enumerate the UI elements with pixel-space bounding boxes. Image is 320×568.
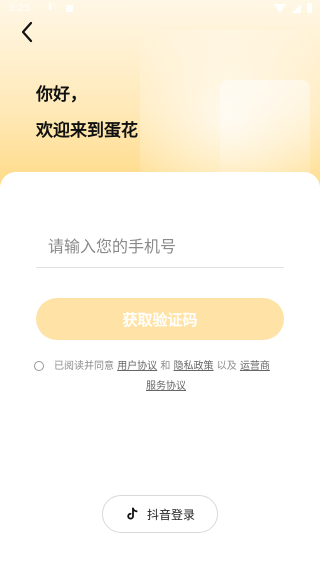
phone-input[interactable] bbox=[36, 226, 284, 268]
douyin-login-label: 抖音登录 bbox=[146, 507, 195, 522]
back-button[interactable] bbox=[14, 20, 42, 44]
status-time: 3:25 bbox=[8, 3, 31, 14]
agreement-and-also: 以及 bbox=[216, 361, 237, 372]
carrier-agreement-link-part1[interactable]: 运营商 bbox=[240, 361, 270, 372]
agreement-prefix: 已阅读并同意 bbox=[54, 361, 114, 372]
agreement-checkbox[interactable] bbox=[34, 361, 44, 371]
battery-icon bbox=[307, 3, 312, 13]
download-icon: ⬇ bbox=[46, 2, 55, 13]
notification-icon bbox=[66, 5, 73, 12]
greeting-line-1: 你好， bbox=[36, 85, 87, 105]
greeting-line-2: 欢迎来到蛋花 bbox=[36, 121, 138, 141]
user-agreement-link[interactable]: 用户协议 bbox=[117, 361, 157, 372]
wifi-icon bbox=[274, 3, 286, 13]
douyin-login-button[interactable]: 抖音登录 bbox=[102, 495, 218, 533]
carrier-agreement-link-part2[interactable]: 服务协议 bbox=[146, 381, 186, 392]
agreement-line-1: 已阅读并同意 用户协议 和 隐私政策 以及 运营商 bbox=[54, 356, 270, 378]
agreement-and: 和 bbox=[160, 361, 171, 372]
get-code-button[interactable]: 获取验证码 bbox=[36, 298, 284, 340]
privacy-policy-link[interactable]: 隐私政策 bbox=[174, 361, 214, 372]
agreement-line-2: 服务协议 bbox=[146, 376, 186, 398]
douyin-icon bbox=[127, 507, 138, 520]
status-bar: 3:25 ⬇ bbox=[0, 0, 320, 18]
status-icons bbox=[274, 3, 312, 13]
signal-icon bbox=[292, 3, 301, 13]
back-arrow-icon bbox=[21, 21, 33, 43]
